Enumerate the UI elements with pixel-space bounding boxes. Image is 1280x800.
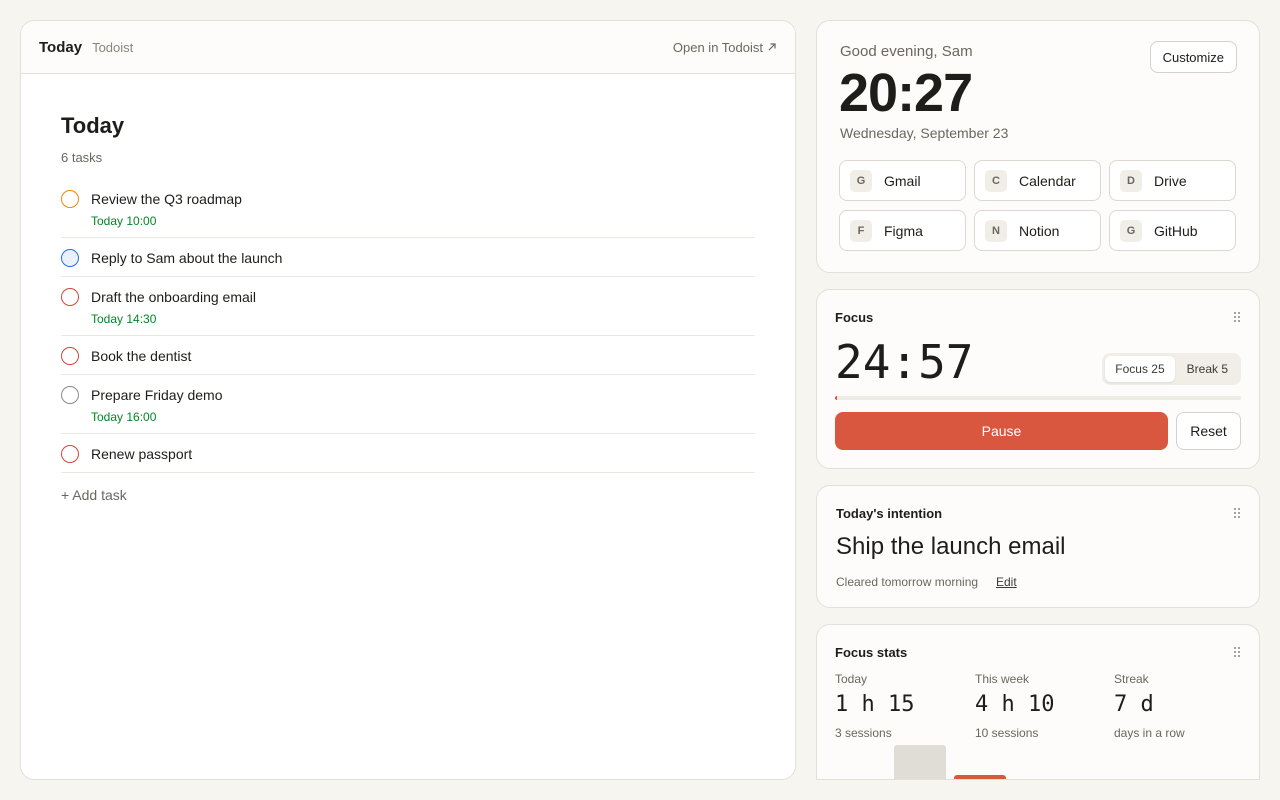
shortcut-label: Drive xyxy=(1154,172,1187,189)
intention-subtext: Cleared tomorrow morning xyxy=(836,575,979,589)
reset-button[interactable]: Reset xyxy=(1176,412,1241,450)
stat-value: 4 h 10 xyxy=(975,692,1055,717)
shortcut-letter: C xyxy=(985,169,1007,192)
stat-value: 1 h 15 xyxy=(835,692,915,717)
task-item[interactable]: Renew passport xyxy=(61,434,755,473)
task-count: 6 tasks xyxy=(61,150,103,165)
task-due: Today 10:00 xyxy=(91,214,157,228)
panel-title: Today xyxy=(39,38,83,56)
shortcut-letter: D xyxy=(1120,169,1142,192)
stats-bar-chart xyxy=(835,745,1241,779)
customize-button[interactable]: Customize xyxy=(1149,41,1237,73)
task-item[interactable]: Draft the onboarding email Today 14:30 xyxy=(61,277,755,336)
shortcut-letter: F xyxy=(850,219,872,242)
shortcut-label: Notion xyxy=(1019,222,1060,239)
stats-title: Focus stats xyxy=(835,645,908,660)
add-task-button[interactable]: + Add task xyxy=(61,487,127,503)
mode-focus-button[interactable]: Focus 25 xyxy=(1105,356,1175,382)
stat-label: Streak xyxy=(1114,672,1149,686)
stats-bar xyxy=(954,775,1006,779)
task-list: Review the Q3 roadmap Today 10:00 Reply … xyxy=(61,179,755,473)
greeting-text: Good evening, Sam xyxy=(840,43,973,60)
drag-handle-icon[interactable] xyxy=(1233,646,1241,658)
task-name: Draft the onboarding email xyxy=(91,289,256,305)
focus-mode-toggle: Focus 25 Break 5 xyxy=(1102,353,1241,385)
intention-card: Today's intention Ship the launch email … xyxy=(816,485,1260,608)
shortcut-label: Gmail xyxy=(884,172,921,189)
task-checkbox[interactable] xyxy=(61,386,79,404)
stat-value: 7 d xyxy=(1114,692,1154,717)
focus-stats-card: Focus stats Today 1 h 15 3 sessions This… xyxy=(816,624,1260,780)
greeting-card: Good evening, Sam 20:27 Wednesday, Septe… xyxy=(816,20,1260,273)
stat-streak: Streak 7 d days in a row xyxy=(1114,672,1185,740)
clock-date: Wednesday, September 23 xyxy=(840,125,1009,141)
page-title: Today xyxy=(61,113,125,138)
shortcut-notion[interactable]: N Notion xyxy=(974,210,1101,251)
stat-label: This week xyxy=(975,672,1030,686)
task-name: Renew passport xyxy=(91,446,193,462)
intention-title: Today's intention xyxy=(836,506,943,521)
open-in-todoist-link[interactable]: Open in Todoist xyxy=(673,40,777,55)
external-link-icon xyxy=(768,43,776,51)
shortcut-label: GitHub xyxy=(1154,222,1198,239)
task-item[interactable]: Book the dentist xyxy=(61,336,755,375)
task-checkbox[interactable] xyxy=(61,190,79,208)
task-item[interactable]: Review the Q3 roadmap Today 10:00 xyxy=(61,179,755,238)
stat-note: days in a row xyxy=(1114,726,1185,740)
intention-edit-link[interactable]: Edit xyxy=(996,575,1017,589)
shortcut-gmail[interactable]: G Gmail xyxy=(839,160,966,201)
open-in-todoist-label: Open in Todoist xyxy=(672,39,763,55)
stat-note: 3 sessions xyxy=(835,726,892,740)
task-name: Review the Q3 roadmap xyxy=(91,191,242,207)
shortcut-letter: G xyxy=(850,169,872,192)
panel-app-name: Todoist xyxy=(92,39,134,55)
intention-text: Ship the launch email xyxy=(836,533,1066,560)
todoist-body: Today 6 tasks Review the Q3 roadmap Toda… xyxy=(21,74,795,505)
stat-note: 10 sessions xyxy=(975,726,1039,740)
task-checkbox[interactable] xyxy=(61,445,79,463)
clock-time: 20:27 xyxy=(839,63,973,123)
todoist-panel: Today Todoist Open in Todoist Today 6 ta… xyxy=(20,20,796,780)
drag-handle-icon[interactable] xyxy=(1233,311,1241,323)
pause-button[interactable]: Pause xyxy=(835,412,1168,450)
focus-progress-fill xyxy=(835,396,838,400)
focus-progress-bar xyxy=(835,396,1241,400)
stat-week: This week 4 h 10 10 sessions xyxy=(975,672,1054,740)
todoist-header: Today Todoist Open in Todoist xyxy=(21,21,795,74)
stat-today: Today 1 h 15 3 sessions xyxy=(835,672,914,740)
task-name: Reply to Sam about the launch xyxy=(91,250,283,266)
focus-card: Focus 24:57 Focus 25 Break 5 Pause Reset xyxy=(816,289,1260,469)
shortcut-drive[interactable]: D Drive xyxy=(1109,160,1236,201)
task-due: Today 16:00 xyxy=(91,410,157,424)
focus-timer: 24:57 xyxy=(835,335,974,389)
shortcut-letter: G xyxy=(1120,219,1142,242)
shortcut-github[interactable]: G GitHub xyxy=(1109,210,1236,251)
task-due: Today 14:30 xyxy=(91,312,157,326)
shortcut-label: Figma xyxy=(884,222,923,239)
focus-title: Focus xyxy=(835,310,874,325)
drag-handle-icon[interactable] xyxy=(1233,507,1241,519)
task-item[interactable]: Reply to Sam about the launch xyxy=(61,238,755,277)
shortcut-figma[interactable]: F Figma xyxy=(839,210,966,251)
stats-bar xyxy=(894,745,946,779)
task-name: Prepare Friday demo xyxy=(91,387,223,403)
task-item[interactable]: Prepare Friday demo Today 16:00 xyxy=(61,375,755,434)
mode-break-button[interactable]: Break 5 xyxy=(1177,356,1238,382)
task-checkbox[interactable] xyxy=(61,249,79,267)
shortcut-label: Calendar xyxy=(1019,172,1076,189)
shortcut-calendar[interactable]: C Calendar xyxy=(974,160,1101,201)
stat-label: Today xyxy=(835,672,868,686)
task-checkbox[interactable] xyxy=(61,288,79,306)
shortcut-letter: N xyxy=(985,219,1007,242)
task-name: Book the dentist xyxy=(91,348,192,364)
task-checkbox[interactable] xyxy=(61,347,79,365)
shortcut-grid: G Gmail C Calendar D Drive F Figma N Not… xyxy=(839,160,1237,251)
